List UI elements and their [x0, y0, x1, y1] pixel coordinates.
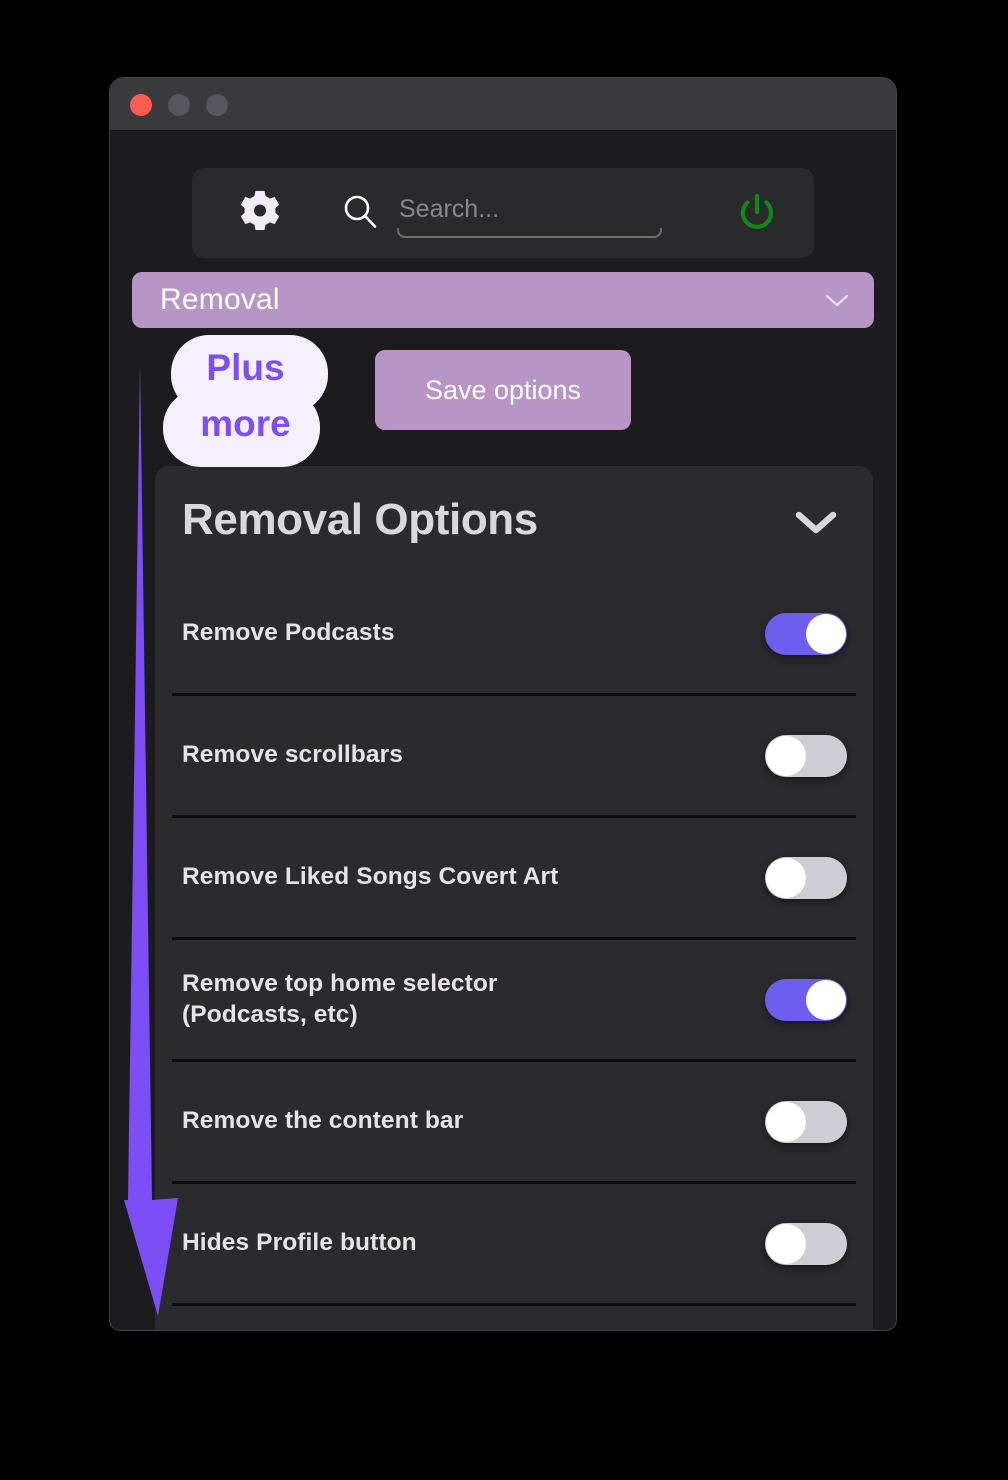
- minimize-window-button[interactable]: [168, 94, 190, 116]
- option-label: Remove the content bar: [182, 1107, 464, 1135]
- option-row-remove-scrollbars: Remove scrollbars: [172, 696, 856, 818]
- chevron-down-icon: [825, 294, 849, 307]
- removal-options-card: Removal Options Remove Podcasts Remove s…: [155, 466, 873, 1330]
- window-titlebar: [110, 78, 896, 131]
- search-underline: [397, 228, 662, 238]
- toggle-remove-the-content-bar[interactable]: [765, 1100, 847, 1143]
- option-label: Remove Podcasts: [182, 619, 395, 647]
- option-row-remove-top-home-selector: Remove top home selector (Podcasts, etc): [172, 940, 856, 1062]
- page-title: Removal Options: [182, 495, 538, 544]
- power-icon[interactable]: [734, 190, 780, 236]
- toggle-knob: [806, 613, 846, 654]
- option-row-remove-liked-songs-covert-art: Remove Liked Songs Covert Art: [172, 818, 856, 940]
- toggle-remove-top-home-selector[interactable]: [765, 978, 847, 1021]
- maximize-window-button[interactable]: [206, 94, 228, 116]
- toggle-hides-profile-button[interactable]: [765, 1222, 847, 1265]
- chevron-down-icon[interactable]: [793, 508, 839, 536]
- toggle-knob: [806, 979, 846, 1020]
- toggle-knob: [766, 857, 806, 898]
- toggle-remove-scrollbars[interactable]: [765, 734, 847, 777]
- toggle-remove-podcasts[interactable]: [765, 612, 847, 655]
- option-label: Remove scrollbars: [182, 741, 403, 769]
- option-row-remove-podcasts: Remove Podcasts: [172, 574, 856, 696]
- option-label: Hides Profile button: [182, 1229, 417, 1257]
- removal-options-header[interactable]: Removal Options: [155, 466, 873, 574]
- search-icon[interactable]: [339, 191, 381, 233]
- search-field: [397, 188, 666, 238]
- option-label: Remove top home selector (Podcasts, etc): [182, 969, 498, 1028]
- category-dropdown[interactable]: Removal: [132, 272, 874, 328]
- search-input[interactable]: [397, 188, 666, 230]
- toggle-knob: [766, 1223, 806, 1264]
- toggle-knob: [766, 735, 806, 776]
- option-row-hides-profile-button: Hides Profile button: [172, 1184, 856, 1306]
- toggle-remove-liked-songs-covert-art[interactable]: [765, 856, 847, 899]
- gear-icon[interactable]: [236, 188, 284, 236]
- option-row-remove-the-content-bar: Remove the content bar: [172, 1062, 856, 1184]
- traffic-light-buttons: [130, 94, 228, 116]
- toolbar: [192, 168, 814, 258]
- category-dropdown-value: Removal: [160, 283, 280, 316]
- option-label: Remove Liked Songs Covert Art: [182, 863, 559, 891]
- close-window-button[interactable]: [130, 94, 152, 116]
- app-window: Removal Save options Removal Options Rem…: [110, 78, 896, 1330]
- toggle-knob: [766, 1101, 806, 1142]
- save-options-button[interactable]: Save options: [375, 350, 631, 430]
